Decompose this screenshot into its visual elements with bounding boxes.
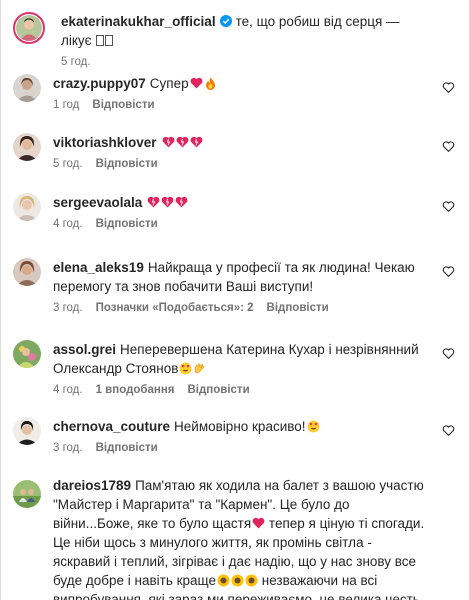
comment-text: Супер: [149, 76, 189, 91]
reply-button[interactable]: Відповісти: [188, 384, 250, 396]
comment-time: 3 год.: [53, 442, 83, 454]
comment-item: crazy.puppy07 Супер 1 год Відповісти: [13, 74, 457, 114]
heart-eyes-emoji-icon: [307, 420, 320, 433]
comment-item: elena_aleks19 Найкраща у професії та як л…: [13, 258, 457, 318]
comments-panel: ekaterinakukhar_official те, що робиш від…: [0, 0, 470, 600]
reply-button[interactable]: Відповісти: [96, 158, 158, 170]
comment-username[interactable]: chernova_couture: [53, 419, 170, 434]
heart-outline-icon[interactable]: [442, 81, 455, 94]
avatar[interactable]: [13, 133, 41, 161]
avatar[interactable]: [13, 480, 41, 508]
heart-emoji-icon: [162, 136, 175, 148]
comment-username[interactable]: assol.grei: [53, 342, 116, 357]
avatar[interactable]: [13, 12, 45, 44]
unknown-glyph-icon: [105, 35, 114, 46]
sunflower-emoji-icon: [217, 574, 230, 587]
comment-body: crazy.puppy07 Супер 1 год Відповісти: [53, 74, 427, 113]
unknown-glyph-icon: [96, 35, 105, 46]
comment-time: 3 год.: [53, 302, 83, 314]
clap-emoji-icon: [193, 362, 206, 375]
heart-emoji-icon: [175, 196, 188, 208]
comment-item: chernova_couture Неймовірно красиво! 3 го…: [13, 417, 457, 457]
comment-body: chernova_couture Неймовірно красиво! 3 го…: [53, 417, 427, 456]
likes-count-button[interactable]: 1 вподобання: [96, 384, 175, 396]
comment-item: sergeevaolala 4 год. Відповісти: [13, 193, 457, 233]
comment-body: viktoriashklover 5 год. Відповісти: [53, 133, 427, 172]
comment-time: 1 год: [53, 99, 80, 111]
comment-body: sergeevaolala 4 год. Відповісти: [53, 193, 427, 232]
comment-username[interactable]: elena_aleks19: [53, 260, 144, 275]
heart-emoji-icon: [147, 196, 160, 208]
comment-username[interactable]: viktoriashklover: [53, 135, 157, 150]
comment-body: dareios1789 Пам'ятаю як ходила на балет з…: [53, 476, 427, 600]
sunflower-emoji-icon: [245, 574, 258, 587]
heart-outline-icon[interactable]: [442, 424, 455, 437]
reply-button[interactable]: Відповісти: [96, 442, 158, 454]
verified-badge-icon: [219, 15, 232, 27]
avatar[interactable]: [13, 417, 41, 445]
heart-outline-icon[interactable]: [442, 200, 455, 213]
comment-item: assol.grei Неперевершена Катерина Кухар і…: [13, 340, 457, 400]
heart-outline-icon[interactable]: [442, 140, 455, 153]
comment-username[interactable]: dareios1789: [53, 478, 131, 493]
comment-username[interactable]: crazy.puppy07: [53, 76, 146, 91]
comment-text: Неймовірно красиво!: [174, 419, 306, 434]
heart-outline-icon[interactable]: [442, 265, 455, 278]
likes-count-button[interactable]: Позначки «Подобається»: 2: [96, 302, 254, 314]
comment-time: 5 год.: [53, 158, 83, 170]
post-caption: ekaterinakukhar_official те, що робиш від…: [13, 12, 457, 68]
fire-emoji-icon: [204, 77, 217, 90]
avatar[interactable]: [13, 74, 41, 102]
comment-body: assol.grei Неперевершена Катерина Кухар і…: [53, 340, 427, 398]
sunflower-emoji-icon: [231, 574, 244, 587]
caption-username[interactable]: ekaterinakukhar_official: [61, 14, 216, 29]
reply-button[interactable]: Відповісти: [92, 99, 154, 111]
comment-time: 4 год.: [53, 218, 83, 230]
comment-time: 4 год.: [53, 384, 83, 396]
reply-button[interactable]: Відповісти: [96, 218, 158, 230]
avatar[interactable]: [13, 193, 41, 221]
heart-emoji-icon: [161, 196, 174, 208]
heart-outline-icon[interactable]: [442, 347, 455, 360]
heart-eyes-emoji-icon: [179, 362, 192, 375]
heart-emoji-icon: [190, 77, 203, 89]
caption-body: ekaterinakukhar_official те, що робиш від…: [61, 12, 427, 70]
heart-emoji-icon: [252, 517, 265, 529]
avatar[interactable]: [13, 258, 41, 286]
heart-emoji-icon: [190, 136, 203, 148]
comment-item: dareios1789 Пам'ятаю як ходила на балет з…: [13, 476, 457, 600]
heart-emoji-icon: [176, 136, 189, 148]
comment-username[interactable]: sergeevaolala: [53, 195, 142, 210]
reply-button[interactable]: Відповісти: [267, 302, 329, 314]
avatar[interactable]: [13, 340, 41, 368]
caption-time: 5 год.: [61, 56, 91, 68]
comment-body: elena_aleks19 Найкраща у професії та як л…: [53, 258, 427, 316]
comment-item: viktoriashklover 5 год. Відповісти: [13, 133, 457, 173]
